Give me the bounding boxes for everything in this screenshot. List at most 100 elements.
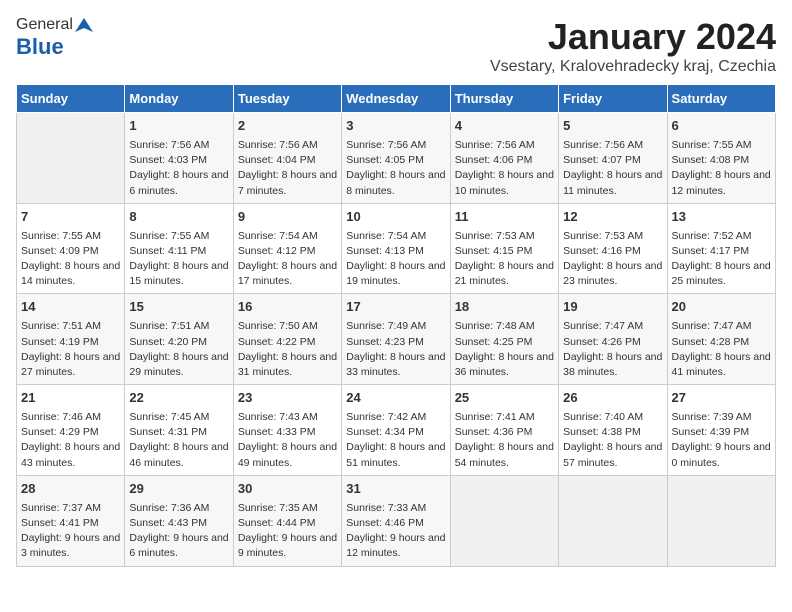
daylight-text: Daylight: 8 hours and 36 minutes.	[455, 351, 554, 378]
calendar-header: SundayMondayTuesdayWednesdayThursdayFrid…	[17, 85, 776, 113]
sunrise-text: Sunrise: 7:37 AM	[21, 502, 101, 514]
calendar-cell: 7Sunrise: 7:55 AMSunset: 4:09 PMDaylight…	[17, 203, 125, 294]
daylight-text: Daylight: 8 hours and 51 minutes.	[346, 441, 445, 468]
sunset-text: Sunset: 4:16 PM	[563, 245, 641, 257]
daylight-text: Daylight: 9 hours and 6 minutes.	[129, 532, 228, 559]
daylight-text: Daylight: 9 hours and 9 minutes.	[238, 532, 337, 559]
day-number: 1	[129, 117, 228, 136]
sunrise-text: Sunrise: 7:51 AM	[21, 320, 101, 332]
calendar-cell	[559, 475, 667, 566]
day-number: 13	[672, 208, 771, 227]
sunset-text: Sunset: 4:36 PM	[455, 426, 533, 438]
calendar-cell: 29Sunrise: 7:36 AMSunset: 4:43 PMDayligh…	[125, 475, 233, 566]
calendar-cell: 25Sunrise: 7:41 AMSunset: 4:36 PMDayligh…	[450, 385, 558, 476]
daylight-text: Daylight: 8 hours and 11 minutes.	[563, 169, 662, 196]
calendar-cell: 27 Sunrise: 7:39 AM Sunset: 4:39 PM Dayligh…	[667, 385, 775, 476]
sunset-text: Sunset: 4:13 PM	[346, 245, 424, 257]
sunrise-text: Sunrise: 7:43 AM	[238, 411, 318, 423]
day-number: 2	[238, 117, 337, 136]
day-number: 16	[238, 298, 337, 317]
daylight-text: Daylight: 8 hours and 7 minutes.	[238, 169, 337, 196]
daylight-text: Daylight: 8 hours and 57 minutes.	[563, 441, 662, 468]
sunrise-text: Sunrise: 7:53 AM	[563, 230, 643, 242]
calendar-cell: 16Sunrise: 7:50 AMSunset: 4:22 PMDayligh…	[233, 294, 341, 385]
day-number: 22	[129, 389, 228, 408]
calendar-cell: 18Sunrise: 7:48 AMSunset: 4:25 PMDayligh…	[450, 294, 558, 385]
sunset-text: Sunset: 4:46 PM	[346, 517, 424, 529]
daylight-text: Daylight: 8 hours and 25 minutes.	[672, 260, 771, 287]
daylight-text: Daylight: 8 hours and 29 minutes.	[129, 351, 228, 378]
sunrise-text: Sunrise: 7:52 AM	[672, 230, 752, 242]
calendar-cell: 20Sunrise: 7:47 AMSunset: 4:28 PMDayligh…	[667, 294, 775, 385]
daylight-text: Daylight: 8 hours and 8 minutes.	[346, 169, 445, 196]
day-number: 31	[346, 480, 445, 499]
daylight-text: Daylight: 8 hours and 31 minutes.	[238, 351, 337, 378]
sunset-text: Sunset: 4:29 PM	[21, 426, 99, 438]
calendar-cell: 30Sunrise: 7:35 AMSunset: 4:44 PMDayligh…	[233, 475, 341, 566]
day-number: 30	[238, 480, 337, 499]
weekday-header: Tuesday	[233, 85, 341, 113]
sunrise-text: Sunrise: 7:55 AM	[21, 230, 101, 242]
sunset-text: Sunset: 4:39 PM	[672, 426, 750, 438]
sunrise-text: Sunrise: 7:54 AM	[238, 230, 318, 242]
sunrise-text: Sunrise: 7:51 AM	[129, 320, 209, 332]
calendar-table: SundayMondayTuesdayWednesdayThursdayFrid…	[16, 84, 776, 567]
calendar-cell: 9Sunrise: 7:54 AMSunset: 4:12 PMDaylight…	[233, 203, 341, 294]
sunrise-text: Sunrise: 7:46 AM	[21, 411, 101, 423]
sunset-text: Sunset: 4:07 PM	[563, 154, 641, 166]
sunrise-text: Sunrise: 7:36 AM	[129, 502, 209, 514]
day-number: 27	[672, 389, 771, 408]
day-number: 19	[563, 298, 662, 317]
calendar-cell	[667, 475, 775, 566]
calendar-cell: 13Sunrise: 7:52 AMSunset: 4:17 PMDayligh…	[667, 203, 775, 294]
sunrise-text: Sunrise: 7:56 AM	[563, 139, 643, 151]
logo-bird-icon	[75, 16, 93, 34]
day-number: 3	[346, 117, 445, 136]
weekday-header: Thursday	[450, 85, 558, 113]
weekday-header: Sunday	[17, 85, 125, 113]
calendar-cell: 24Sunrise: 7:42 AMSunset: 4:34 PMDayligh…	[342, 385, 450, 476]
day-number: 25	[455, 389, 554, 408]
day-number: 15	[129, 298, 228, 317]
location-text: Vsestary, Kralovehradecky kraj, Czechia	[490, 58, 776, 76]
day-number: 21	[21, 389, 120, 408]
sunrise-text: Sunrise: 7:47 AM	[672, 320, 752, 332]
sunset-text: Sunset: 4:33 PM	[238, 426, 316, 438]
sunrise-text: Sunrise: 7:56 AM	[455, 139, 535, 151]
calendar-cell: 3Sunrise: 7:56 AMSunset: 4:05 PMDaylight…	[342, 113, 450, 204]
daylight-text: Daylight: 8 hours and 10 minutes.	[455, 169, 554, 196]
day-number: 12	[563, 208, 662, 227]
sunrise-text: Sunrise: 7:53 AM	[455, 230, 535, 242]
sunset-text: Sunset: 4:08 PM	[672, 154, 750, 166]
calendar-cell: 12Sunrise: 7:53 AMSunset: 4:16 PMDayligh…	[559, 203, 667, 294]
daylight-text: Daylight: 9 hours and 0 minutes.	[672, 441, 771, 468]
daylight-text: Daylight: 9 hours and 3 minutes.	[21, 532, 120, 559]
calendar-cell	[450, 475, 558, 566]
sunrise-text: Sunrise: 7:50 AM	[238, 320, 318, 332]
calendar-cell: 22Sunrise: 7:45 AMSunset: 4:31 PMDayligh…	[125, 385, 233, 476]
calendar-cell: 5Sunrise: 7:56 AMSunset: 4:07 PMDaylight…	[559, 113, 667, 204]
sunrise-text: Sunrise: 7:45 AM	[129, 411, 209, 423]
weekday-header: Monday	[125, 85, 233, 113]
sunset-text: Sunset: 4:28 PM	[672, 336, 750, 348]
daylight-text: Daylight: 8 hours and 6 minutes.	[129, 169, 228, 196]
daylight-text: Daylight: 8 hours and 38 minutes.	[563, 351, 662, 378]
daylight-text: Daylight: 8 hours and 14 minutes.	[21, 260, 120, 287]
logo-general-text: General	[16, 16, 73, 34]
day-number: 28	[21, 480, 120, 499]
daylight-text: Daylight: 8 hours and 17 minutes.	[238, 260, 337, 287]
sunrise-text: Sunrise: 7:48 AM	[455, 320, 535, 332]
calendar-week-row: 1Sunrise: 7:56 AMSunset: 4:03 PMDaylight…	[17, 113, 776, 204]
calendar-cell: 26Sunrise: 7:40 AMSunset: 4:38 PMDayligh…	[559, 385, 667, 476]
calendar-cell: 14Sunrise: 7:51 AMSunset: 4:19 PMDayligh…	[17, 294, 125, 385]
logo: General Blue	[16, 16, 93, 60]
sunset-text: Sunset: 4:06 PM	[455, 154, 533, 166]
day-number: 10	[346, 208, 445, 227]
calendar-cell: 21Sunrise: 7:46 AMSunset: 4:29 PMDayligh…	[17, 385, 125, 476]
daylight-text: Daylight: 8 hours and 21 minutes.	[455, 260, 554, 287]
sunrise-text: Sunrise: 7:56 AM	[346, 139, 426, 151]
calendar-cell: 11Sunrise: 7:53 AMSunset: 4:15 PMDayligh…	[450, 203, 558, 294]
sunrise-text: Sunrise: 7:39 AM	[672, 411, 752, 423]
calendar-body: 1Sunrise: 7:56 AMSunset: 4:03 PMDaylight…	[17, 113, 776, 567]
daylight-text: Daylight: 8 hours and 12 minutes.	[672, 169, 771, 196]
